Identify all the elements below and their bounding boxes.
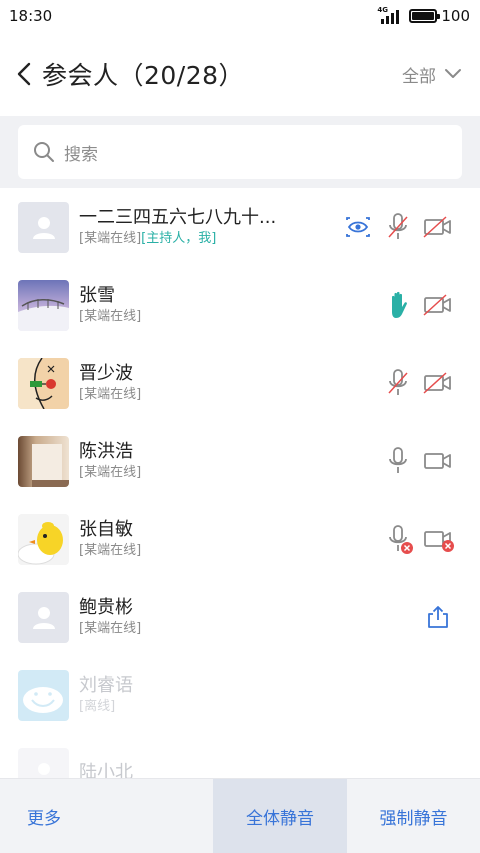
search-icon [34,142,54,162]
participant-row[interactable]: 一二三四五六七八九十... [某端在线][主持人，我] [0,188,480,266]
participant-row[interactable]: 鲍贵彬 [某端在线] [0,578,480,656]
chevron-down-icon [445,69,461,78]
camera-off-icon[interactable] [418,363,458,403]
participant-status: [某端在线] [79,542,142,558]
mic-muted-icon[interactable] [378,363,418,403]
search-placeholder: 搜索 [64,144,98,165]
mic-error-icon[interactable] [378,519,418,559]
camera-off-icon[interactable] [418,207,458,247]
participant-status: [某端在线] [79,386,142,402]
avatar-photo [18,513,69,565]
error-badge-icon [401,542,413,554]
avatar-photo [18,435,69,487]
avatar-default [18,201,69,253]
avatar-default [18,591,69,643]
participant-row[interactable]: 张雪 [某端在线] [0,266,480,344]
bottom-action-bar: 更多 全体静音 强制静音 [0,778,480,853]
participant-name: 张雪 [79,284,115,306]
mic-icon[interactable] [378,441,418,481]
search-input[interactable]: 搜索 [18,125,462,179]
status-time: 18:30 [9,7,53,25]
search-area: 搜索 [0,116,480,188]
header: 参会人（20/28） 全部 [0,32,480,116]
filter-dropdown[interactable]: 全部 [402,62,462,87]
participant-status: [某端在线] [79,308,142,324]
more-button[interactable]: 更多 [0,779,213,853]
participant-row[interactable]: 刘睿语 [离线] [0,656,480,734]
participant-name: 张自敏 [79,518,133,540]
participant-row[interactable]: 陆小北 [0,734,480,778]
host-tag: [主持人，我] [141,230,217,246]
participant-name: 陈洪浩 [79,440,133,462]
participant-row[interactable]: 张自敏 [某端在线] [0,500,480,578]
mic-muted-icon[interactable] [378,207,418,247]
battery-indicator: 100 [409,7,470,25]
eye-icon[interactable] [338,207,378,247]
participant-status: [某端在线] [79,464,142,480]
mute-all-button[interactable]: 全体静音 [213,779,347,853]
page-title: 参会人（20/28） [42,61,245,90]
avatar-photo [18,279,69,331]
participant-row[interactable]: 陈洪浩 [某端在线] [0,422,480,500]
back-arrow-icon[interactable] [14,60,34,88]
participant-name: 晋少波 [79,362,133,384]
participant-name: 刘睿语 [79,674,133,696]
camera-off-icon[interactable] [418,285,458,325]
filter-label: 全部 [402,66,436,87]
camera-error-icon[interactable] [418,519,458,559]
participant-status: [离线] [79,698,116,714]
avatar-photo [18,357,69,409]
battery-level: 100 [441,7,470,25]
status-bar: 18:30 4G 100 [0,0,480,32]
participant-status: [某端在线][主持人，我] [79,230,217,246]
raise-hand-icon[interactable] [378,285,418,325]
camera-icon[interactable] [418,441,458,481]
battery-icon [409,9,441,23]
participant-name: 陆小北 [79,761,133,779]
participant-name: 一二三四五六七八九十... [79,206,277,228]
avatar-default [18,747,69,778]
participant-list[interactable]: 一二三四五六七八九十... [某端在线][主持人，我] 张雪 [某端在线] 晋少… [0,188,480,778]
signal-icon: 4G [377,6,403,24]
participant-name: 鲍贵彬 [79,596,133,618]
avatar-photo [18,669,69,721]
force-mute-button[interactable]: 强制静音 [347,779,480,853]
error-badge-icon [442,540,454,552]
status-indicators: 4G 100 [377,6,470,25]
participant-row[interactable]: 晋少波 [某端在线] [0,344,480,422]
share-icon[interactable] [418,597,458,637]
participant-status: [某端在线] [79,620,142,636]
